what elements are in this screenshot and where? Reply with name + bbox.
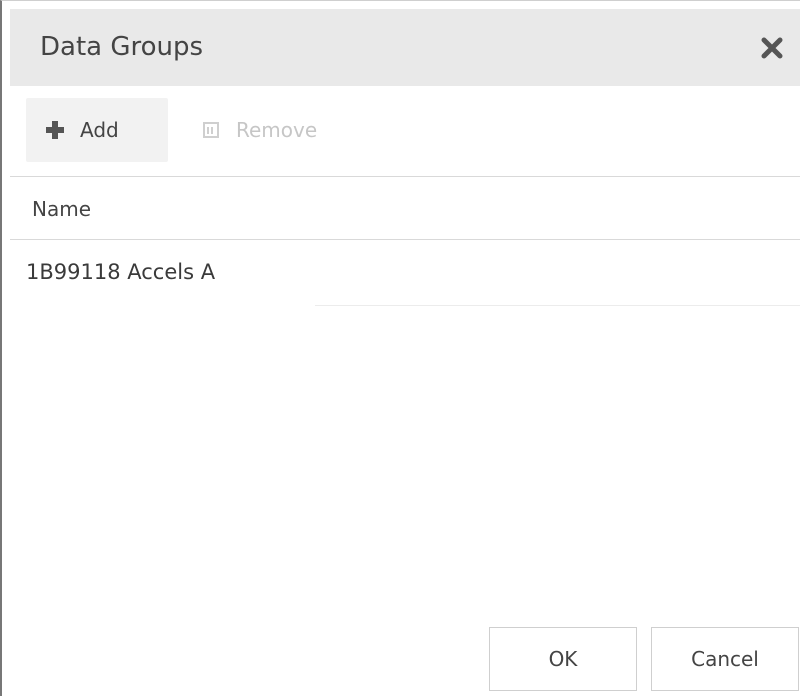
data-groups-list: Name 1B99118 Accels A bbox=[10, 176, 800, 597]
plus-icon bbox=[46, 121, 64, 139]
remove-button-label: Remove bbox=[236, 118, 318, 142]
add-button-label: Add bbox=[80, 118, 119, 142]
add-button[interactable]: Add bbox=[26, 98, 168, 162]
cancel-button[interactable]: Cancel bbox=[651, 627, 799, 691]
list-row[interactable]: 1B99118 Accels A bbox=[10, 241, 800, 307]
dialog-titlebar: Data Groups bbox=[10, 9, 800, 86]
data-groups-dialog: Data Groups Add Remove Name 1B99118 Acce… bbox=[0, 0, 800, 696]
close-button[interactable] bbox=[755, 31, 789, 65]
remove-button[interactable]: Remove bbox=[184, 98, 352, 162]
name-column-header[interactable]: Name bbox=[32, 197, 91, 221]
ok-button[interactable]: OK bbox=[489, 627, 637, 691]
dialog-toolbar: Add Remove bbox=[2, 86, 800, 176]
row-divider bbox=[315, 305, 800, 306]
close-icon bbox=[761, 37, 783, 59]
trash-icon bbox=[203, 122, 219, 138]
data-group-name: 1B99118 Accels A bbox=[26, 260, 216, 284]
dialog-title: Data Groups bbox=[40, 32, 204, 62]
list-header: Name bbox=[10, 177, 800, 240]
